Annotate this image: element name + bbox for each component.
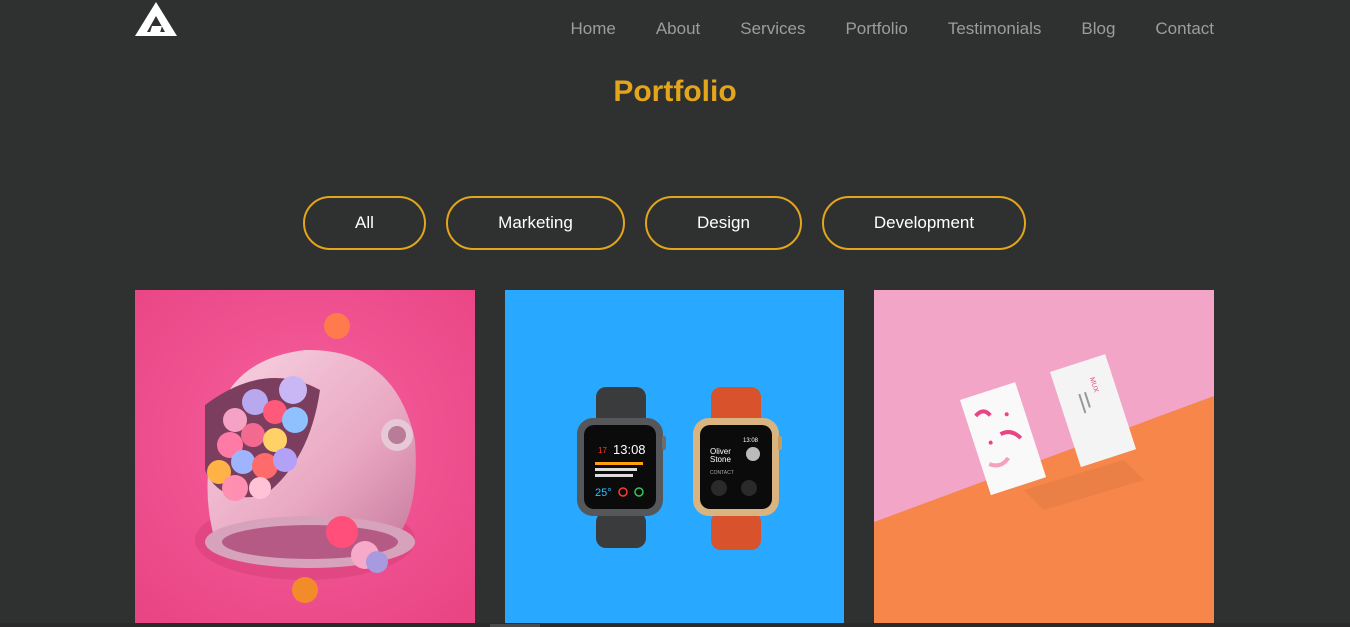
business-cards-image: MUX <box>874 290 1214 624</box>
nav-portfolio[interactable]: Portfolio <box>845 19 907 39</box>
svg-text:CONTACT: CONTACT <box>710 470 734 476</box>
nav-about[interactable]: About <box>656 19 700 39</box>
portfolio-item-helmet[interactable] <box>135 290 475 624</box>
svg-text:17: 17 <box>598 446 607 455</box>
filter-development-button[interactable]: Development <box>822 196 1026 250</box>
nav-contact[interactable]: Contact <box>1155 19 1214 39</box>
portfolio-item-business-cards[interactable]: MUX <box>874 290 1214 624</box>
svg-text:25°: 25° <box>595 487 612 499</box>
svg-text:13:08: 13:08 <box>743 438 759 444</box>
main-nav: Home About Services Portfolio Testimonia… <box>530 19 1214 39</box>
watches-image: 17 13:08 25° 13:08 Oliver Stone CONTACT <box>505 290 844 624</box>
filter-marketing-button[interactable]: Marketing <box>446 196 625 250</box>
site-logo[interactable] <box>135 2 177 36</box>
svg-text:Stone: Stone <box>710 455 731 464</box>
nav-testimonials[interactable]: Testimonials <box>948 19 1042 39</box>
page-title: Portfolio <box>613 75 737 108</box>
nav-services[interactable]: Services <box>740 19 805 39</box>
triangle-logo-icon <box>135 2 177 36</box>
nav-blog[interactable]: Blog <box>1081 19 1115 39</box>
filter-design-button[interactable]: Design <box>645 196 802 250</box>
portfolio-item-watches[interactable]: 17 13:08 25° 13:08 Oliver Stone CONTACT <box>505 290 844 624</box>
svg-text:13:08: 13:08 <box>613 442 646 457</box>
horizontal-scrollbar-track <box>0 623 1350 627</box>
nav-home[interactable]: Home <box>570 19 615 39</box>
filter-all-button[interactable]: All <box>303 196 426 250</box>
helmet-image <box>135 290 475 624</box>
